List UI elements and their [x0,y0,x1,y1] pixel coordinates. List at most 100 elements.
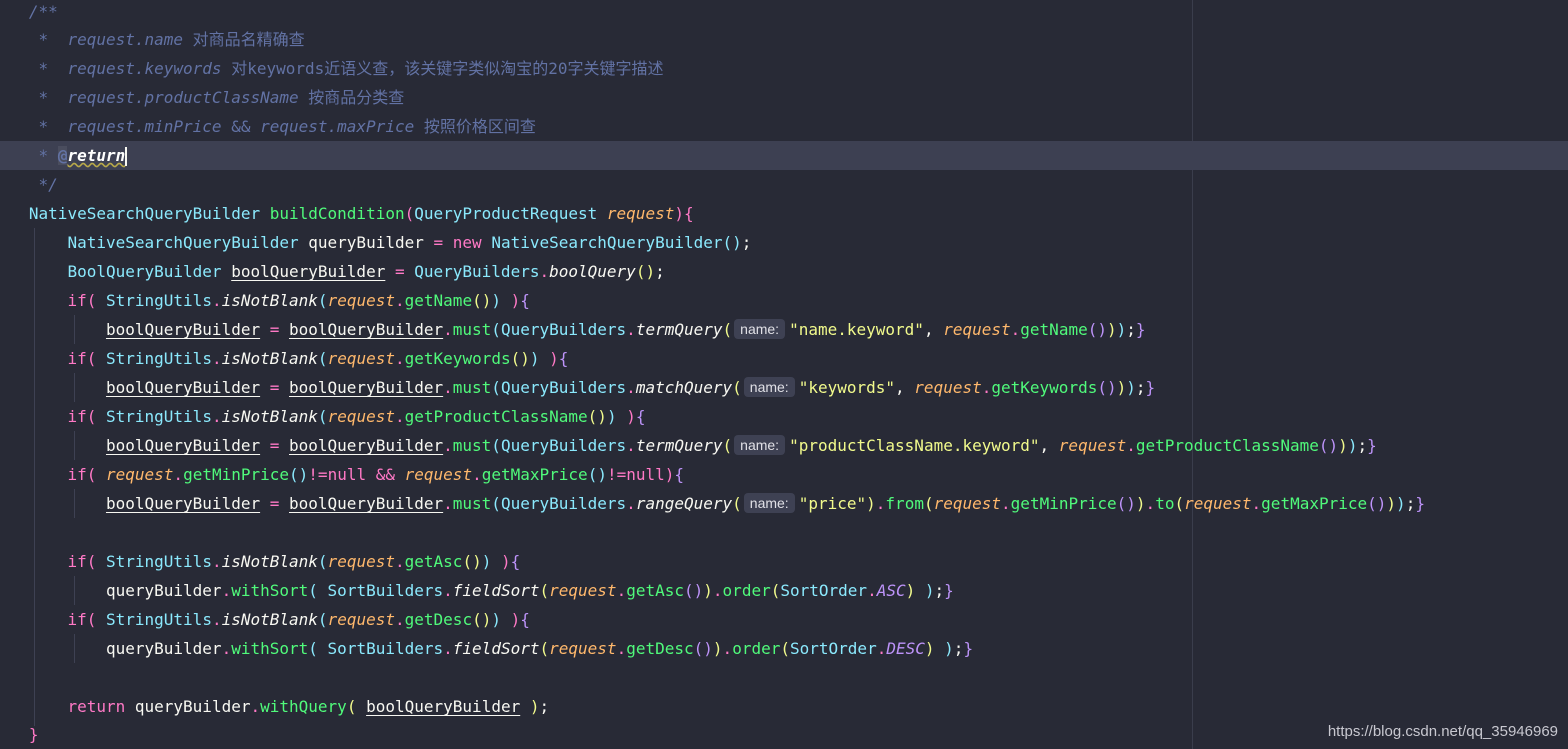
code-line-1[interactable]: /** [0,0,1568,26]
static-call: termQuery [635,436,723,455]
param-ref: request [933,494,1002,513]
getter-call: getProductClassName [404,407,588,426]
comment-star: * [28,88,68,107]
comment-close: */ [28,175,58,194]
getter-call: getDesc [626,639,694,658]
order-call: order [722,581,771,600]
code-line-15[interactable]: if( StringUtils.isNotBlank(request.getPr… [0,402,1568,431]
static-call: isNotBlank [221,610,318,629]
class-ref: QueryBuilders [500,378,627,397]
javadoc-return-tag: return [67,146,126,165]
param-ref: request [327,610,395,629]
null-literal: null [626,465,665,484]
static-call: matchQuery [635,378,733,397]
with-query-call: withQuery [260,697,347,716]
comment-text: 对商品名精确查 [183,30,305,49]
code-line-22[interactable]: if( StringUtils.isNotBlank(request.getDe… [0,605,1568,634]
comment-star: * [28,59,68,78]
class-ref: QueryBuilders [500,320,627,339]
string-literal: "productClassName.keyword" [789,436,1040,455]
static-call: isNotBlank [221,291,318,310]
keyword-new: new [452,233,482,252]
code-line-11[interactable]: if( StringUtils.isNotBlank(request.getNa… [0,286,1568,315]
getter-call: getName [1020,320,1088,339]
comment-ref-min: request.minPrice [67,117,222,136]
to-call: to [1155,494,1175,513]
param-ref: request [549,581,617,600]
method-close-brace: } [28,725,39,744]
code-line-20[interactable]: if( StringUtils.isNotBlank(request.getAs… [0,547,1568,576]
code-line-23[interactable]: queryBuilder.withSort( SortBuilders.fiel… [0,634,1568,663]
code-line-2[interactable]: * request.name 对商品名精确查 [0,25,1568,54]
comment-ref: request.name [67,30,184,49]
code-line-17[interactable]: if( request.getMinPrice()!=null && reque… [0,460,1568,489]
param-ref: request [404,465,473,484]
class-ref: SortBuilders [327,581,444,600]
comment-text: 对keywords近语义查，该关键字类似淘宝的20字关键字描述 [221,59,664,78]
code-line-13[interactable]: if( StringUtils.isNotBlank(request.getKe… [0,344,1568,373]
param-hint: name: [743,377,795,397]
code-editor[interactable]: /** * request.name 对商品名精确查 * request.key… [0,0,1568,749]
code-line-14[interactable]: boolQueryBuilder = boolQueryBuilder.must… [0,373,1568,402]
code-line-16[interactable]: boolQueryBuilder = boolQueryBuilder.must… [0,431,1568,460]
static-call: isNotBlank [221,349,318,368]
getter-call: getMinPrice [183,465,290,484]
must-call: must [452,436,492,455]
static-call: fieldSort [452,639,540,658]
code-line-18[interactable]: boolQueryBuilder = boolQueryBuilder.must… [0,489,1568,518]
text-cursor [125,147,128,166]
code-line-25[interactable]: return queryBuilder.withQuery( boolQuery… [0,692,1568,721]
enum-class: SortOrder [780,581,868,600]
getter-call: getDesc [404,610,473,629]
static-call: rangeQuery [635,494,733,513]
enum-constant: ASC [876,581,906,600]
static-call: isNotBlank [221,552,318,571]
param-ref: request [914,378,982,397]
code-line-10[interactable]: BoolQueryBuilder boolQueryBuilder = Quer… [0,257,1568,286]
javadoc-at: @ [57,146,68,165]
assign-target: boolQueryBuilder [105,436,261,455]
var-type: BoolQueryBuilder [67,262,222,281]
and-operator: && [375,465,395,484]
comment-star: * [28,30,68,49]
var-name: queryBuilder [308,233,424,252]
code-line-6-current[interactable]: * @return [0,141,1568,170]
class-ref: StringUtils [105,552,212,571]
ctor-name: NativeSearchQueryBuilder [491,233,723,252]
class-ref: StringUtils [105,291,212,310]
static-call: boolQuery [549,262,636,281]
comment-ref: request.keywords [67,59,222,78]
class-ref: StringUtils [105,407,212,426]
string-literal: "keywords" [798,378,896,397]
code-line-3[interactable]: * request.keywords 对keywords近语义查，该关键字类似淘… [0,54,1568,83]
builder-ref: boolQueryBuilder [289,494,444,513]
code-line-9[interactable]: NativeSearchQueryBuilder queryBuilder = … [0,228,1568,257]
comment-text: 按商品分类查 [298,88,405,107]
code-line-8[interactable]: NativeSearchQueryBuilder buildCondition(… [0,199,1568,228]
getter-call: getProductClassName [1135,436,1319,455]
class-ref: QueryBuilders [500,494,627,513]
var-ref: queryBuilder [134,697,251,716]
code-line-4[interactable]: * request.productClassName 按商品分类查 [0,83,1568,112]
param-ref: request [105,465,174,484]
code-line-21[interactable]: queryBuilder.withSort( SortBuilders.fiel… [0,576,1568,605]
must-call: must [452,320,492,339]
param-ref: request [327,291,395,310]
class-ref: QueryBuilders [414,262,540,281]
param-type: QueryProductRequest [414,204,598,223]
getter-call: getKeywords [404,349,511,368]
keyword-if: if [67,349,87,368]
code-line-12[interactable]: boolQueryBuilder = boolQueryBuilder.must… [0,315,1568,344]
class-ref: StringUtils [105,349,212,368]
method-name: buildCondition [269,204,405,223]
param-name: request [606,204,675,223]
builder-ref: boolQueryBuilder [289,436,444,455]
comment-star: * [28,117,68,136]
code-line-5[interactable]: * request.minPrice && request.maxPrice 按… [0,112,1568,141]
keyword-return: return [67,697,126,716]
param-ref: request [327,349,395,368]
param-ref: request [549,639,617,658]
code-line-7[interactable]: */ [0,170,1568,199]
assign-target: boolQueryBuilder [105,378,261,397]
param-hint: name: [743,493,795,513]
